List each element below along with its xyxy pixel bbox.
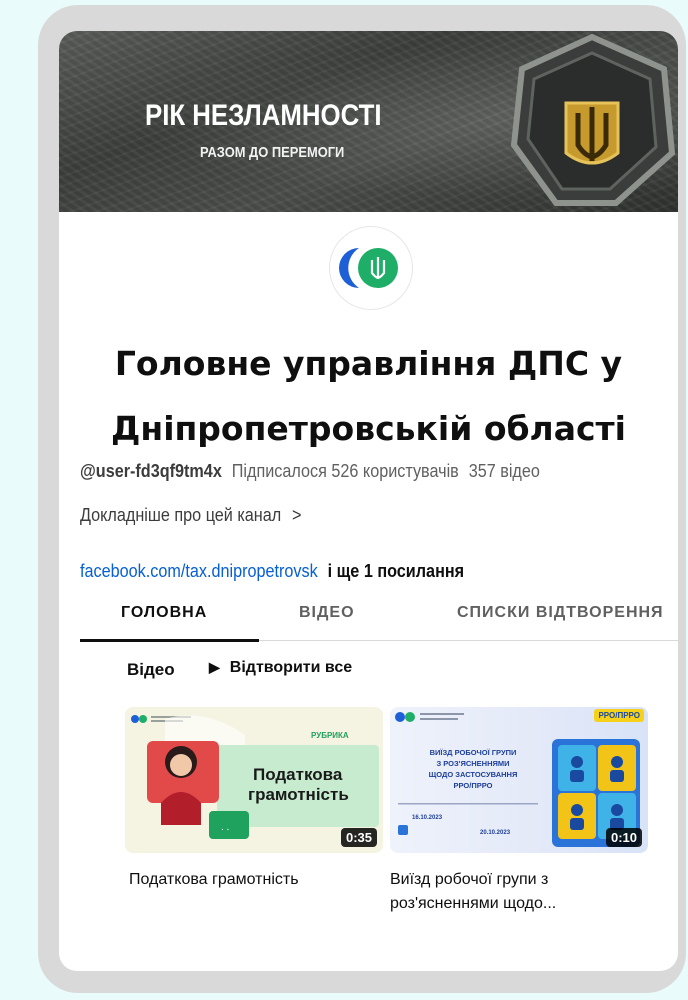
tab-videos[interactable]: ВІДЕО xyxy=(299,604,355,622)
thumb-badge: РРО/ПРРО xyxy=(594,709,644,722)
dps-logo-icon xyxy=(339,248,398,288)
svg-text:. .: . . xyxy=(221,822,229,833)
thumb-date-to: 20.10.2023 xyxy=(480,830,511,836)
video-thumbnail-2[interactable]: РРО/ПРРО ВИЇЗД РОБОЧОЇ ГРУПИ З РОЗ'ЯСНЕН… xyxy=(390,707,648,853)
banner-title: РІК НЕЗЛАМНОСТІ xyxy=(145,99,382,132)
thumb-line-3: ЩОДО ЗАСТОСУВАННЯ xyxy=(428,770,518,779)
active-tab-indicator xyxy=(80,639,259,642)
thumb-date-from: 16.10.2023 xyxy=(412,815,443,821)
channel-avatar[interactable] xyxy=(329,226,413,310)
thumb-text: Податкова грамотність xyxy=(248,765,349,805)
play-all-button[interactable]: ▶ Відтворити все xyxy=(209,659,352,677)
play-icon: ▶ xyxy=(209,659,220,675)
channel-name-line2: Дніпропетровській області xyxy=(111,409,626,448)
thumb-heading: ВИЇЗД РОБОЧОЇ ГРУПИ З РОЗ'ЯСНЕННЯМИ ЩОДО… xyxy=(398,747,548,791)
thumb-text-line1: Податкова xyxy=(253,765,343,784)
channel-page: РІК НЕЗЛАМНОСТІ РАЗОМ ДО ПЕРЕМОГИ Головн… xyxy=(59,31,678,971)
thumb-line-1: ВИЇЗД РОБОЧОЇ ГРУПИ xyxy=(429,748,517,757)
play-all-label: Відтворити все xyxy=(229,659,353,676)
banner-subtitle: РАЗОМ ДО ПЕРЕМОГИ xyxy=(200,144,345,161)
video-count: 357 відео xyxy=(468,461,540,481)
channel-name-line1: Головне управління ДПС у xyxy=(114,344,623,383)
video-duration-1: 0:35 xyxy=(340,828,377,847)
channel-handle: @user-fd3qf9tm4x xyxy=(80,461,222,481)
channel-meta: @user-fd3qf9tm4x Підписалося 526 користу… xyxy=(80,461,611,482)
facebook-link[interactable]: facebook.com/tax.dnipropetrovsk xyxy=(80,561,318,581)
video-title-1[interactable]: Податкова грамотність xyxy=(129,868,379,892)
tab-home[interactable]: ГОЛОВНА xyxy=(121,604,207,622)
video-title-2[interactable]: Виїзд робочої групи з роз'ясненнями щодо… xyxy=(390,868,600,916)
chevron-right-icon: > xyxy=(292,505,302,525)
subscriber-count: Підписалося 526 користувачів xyxy=(231,461,459,481)
channel-banner: РІК НЕЗЛАМНОСТІ РАЗОМ ДО ПЕРЕМОГИ xyxy=(59,31,678,212)
section-title: Відео xyxy=(127,660,175,679)
video-title-2-line2: роз'ясненнями щодо... xyxy=(390,895,557,912)
tab-playlists[interactable]: СПИСКИ ВІДТВОРЕННЯ xyxy=(457,604,664,622)
thumb-line-2: З РОЗ'ЯСНЕННЯМИ xyxy=(436,759,510,768)
about-channel-link[interactable]: Докладніше про цей канал > xyxy=(80,505,301,526)
channel-links: facebook.com/tax.dnipropetrovsk і ще 1 п… xyxy=(80,561,464,582)
video-title-2-line1: Виїзд робочої групи з xyxy=(390,871,549,888)
trident-emblem-icon xyxy=(510,33,676,206)
thumb-text-line2: грамотність xyxy=(248,785,349,804)
video-thumbnail-1[interactable]: . . РУБРИКА Податкова грамотність 0:35 xyxy=(125,707,383,853)
about-label: Докладніше про цей канал xyxy=(80,505,282,525)
more-links-button[interactable]: і ще 1 посилання xyxy=(328,561,464,581)
thumb-rubric-label: РУБРИКА xyxy=(311,731,349,740)
video-duration-2: 0:10 xyxy=(605,828,642,847)
channel-name: Головне управління ДПС у Дніпропетровськ… xyxy=(59,339,678,454)
thumb-line-4: РРО/ПРРО xyxy=(453,781,493,790)
